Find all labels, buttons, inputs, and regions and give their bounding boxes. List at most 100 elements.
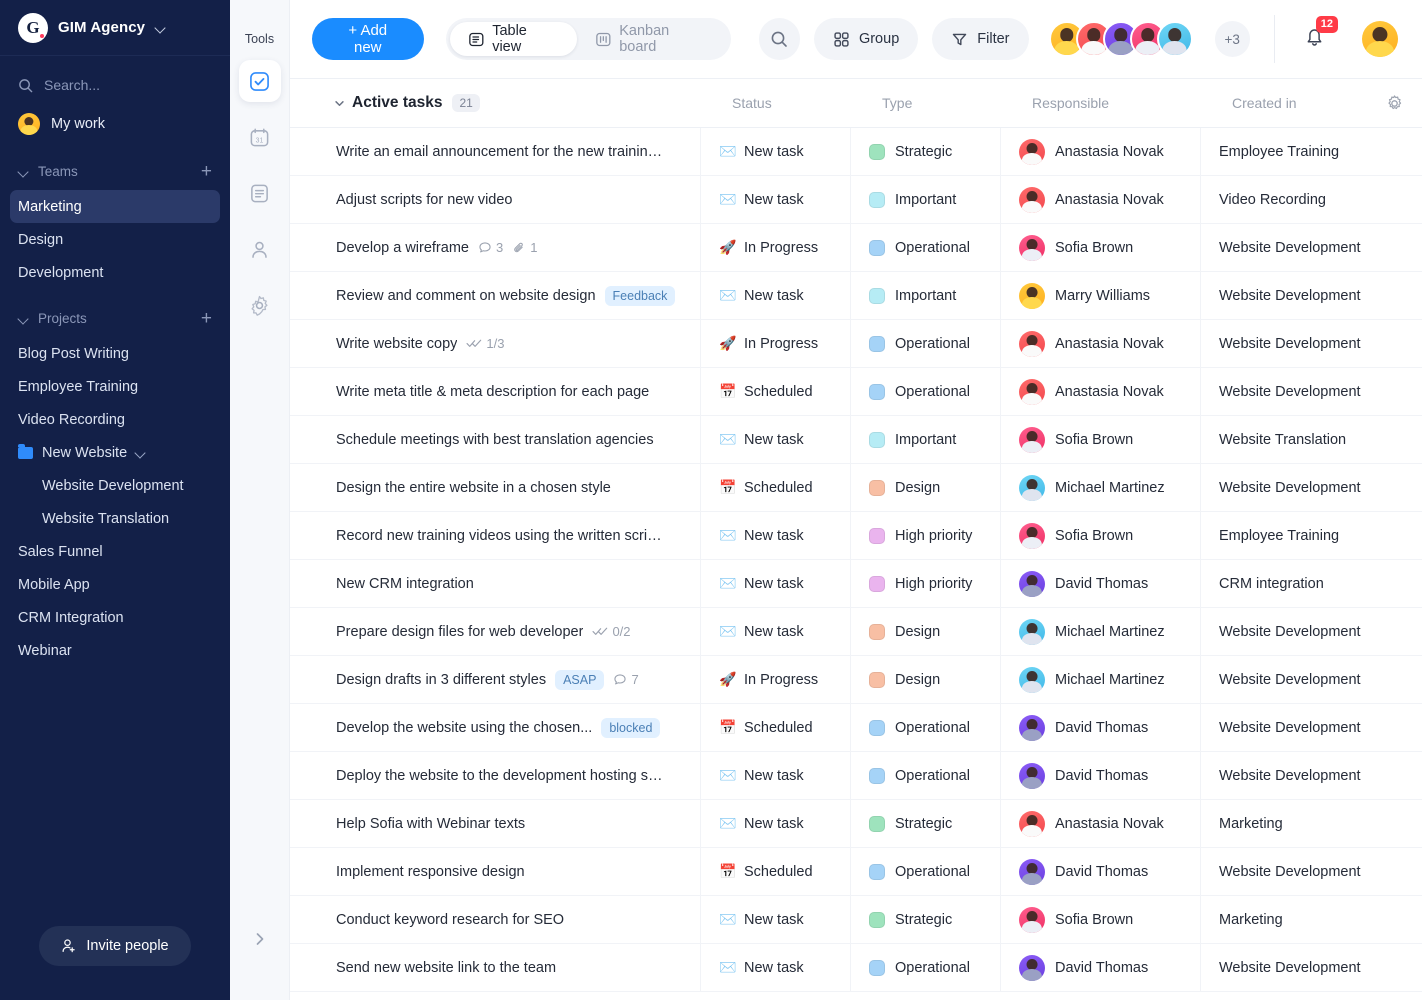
task-responsible-cell[interactable]: Sofia Brown xyxy=(1000,415,1200,464)
task-status-cell[interactable]: 🚀 In Progress xyxy=(700,655,850,704)
table-row[interactable]: Conduct keyword research for SEO ✉️ New … xyxy=(290,895,1422,944)
task-name-cell[interactable]: Design the entire website in a chosen st… xyxy=(290,480,700,496)
task-type-cell[interactable]: Design xyxy=(850,607,1000,656)
table-row[interactable]: Write an email announcement for the new … xyxy=(290,128,1422,176)
task-responsible-cell[interactable]: David Thomas xyxy=(1000,751,1200,800)
table-row[interactable]: Develop a wireframe 3 1 🚀 In Progress Ope… xyxy=(290,223,1422,272)
task-type-cell[interactable]: Operational xyxy=(850,319,1000,368)
user-avatar[interactable] xyxy=(1362,21,1398,57)
task-name-cell[interactable]: Design drafts in 3 different styles ASAP… xyxy=(290,669,700,690)
sidebar-item-video-recording[interactable]: Video Recording xyxy=(10,403,220,436)
table-row[interactable]: New CRM integration ✉️ New task High pri… xyxy=(290,559,1422,608)
table-row[interactable]: Help Sofia with Webinar texts ✉️ New tas… xyxy=(290,799,1422,848)
task-responsible-cell[interactable]: Marry Williams xyxy=(1000,271,1200,320)
task-responsible-cell[interactable]: Anastasia Novak xyxy=(1000,128,1200,176)
task-type-cell[interactable]: Design xyxy=(850,655,1000,704)
task-created-in-cell[interactable]: Website Development xyxy=(1200,367,1422,416)
task-created-in-cell[interactable]: Website Development xyxy=(1200,943,1422,992)
task-type-cell[interactable]: Operational xyxy=(850,223,1000,272)
search-button[interactable] xyxy=(758,18,800,60)
table-row[interactable]: Schedule meetings with best translation … xyxy=(290,415,1422,464)
task-responsible-cell[interactable]: David Thomas xyxy=(1000,703,1200,752)
table-row[interactable]: Send new website link to the team ✉️ New… xyxy=(290,943,1422,992)
task-status-cell[interactable]: 🚀 In Progress xyxy=(700,319,850,368)
sidebar-item-mobile-app[interactable]: Mobile App xyxy=(10,568,220,601)
table-settings-button[interactable] xyxy=(1385,94,1404,113)
task-created-in-cell[interactable]: Employee Training xyxy=(1200,128,1422,176)
task-created-in-cell[interactable]: Website Development xyxy=(1200,751,1422,800)
column-header-responsible[interactable]: Responsible xyxy=(1014,95,1214,111)
task-responsible-cell[interactable]: Sofia Brown xyxy=(1000,895,1200,944)
task-created-in-cell[interactable]: Website Development xyxy=(1200,223,1422,272)
task-type-cell[interactable]: Operational xyxy=(850,751,1000,800)
table-row[interactable]: Prepare design files for web developer 0… xyxy=(290,607,1422,656)
task-name-cell[interactable]: Prepare design files for web developer 0… xyxy=(290,624,700,640)
table-row[interactable]: Record new training videos using the wri… xyxy=(290,511,1422,560)
sidebar-item-crm-integration[interactable]: CRM Integration xyxy=(10,601,220,634)
task-type-cell[interactable]: Important xyxy=(850,175,1000,224)
task-status-cell[interactable]: ✉️ New task xyxy=(700,415,850,464)
task-created-in-cell[interactable]: Website Development xyxy=(1200,271,1422,320)
task-status-cell[interactable]: 📅 Scheduled xyxy=(700,463,850,512)
task-responsible-cell[interactable]: David Thomas xyxy=(1000,943,1200,992)
member-avatars[interactable] xyxy=(1048,21,1193,57)
task-responsible-cell[interactable]: Anastasia Novak xyxy=(1000,367,1200,416)
tool-calendar[interactable]: 31 xyxy=(239,116,281,158)
task-status-cell[interactable]: ✉️ New task xyxy=(700,799,850,848)
sidebar-item-new-website[interactable]: New Website xyxy=(10,436,220,469)
table-row[interactable]: Implement responsive design 📅 Scheduled … xyxy=(290,847,1422,896)
task-responsible-cell[interactable]: Michael Martinez xyxy=(1000,463,1200,512)
column-header-type[interactable]: Type xyxy=(864,95,1014,111)
task-status-cell[interactable]: ✉️ New task xyxy=(700,943,850,992)
sidebar-item-employee-training[interactable]: Employee Training xyxy=(10,370,220,403)
task-type-cell[interactable]: Important xyxy=(850,271,1000,320)
task-status-cell[interactable]: ✉️ New task xyxy=(700,175,850,224)
task-type-cell[interactable]: Strategic xyxy=(850,895,1000,944)
task-created-in-cell[interactable]: Website Development xyxy=(1200,319,1422,368)
table-row[interactable]: Review and comment on website design Fee… xyxy=(290,271,1422,320)
table-row[interactable]: Write meta title & meta description for … xyxy=(290,367,1422,416)
task-status-cell[interactable]: ✉️ New task xyxy=(700,128,850,176)
task-name-cell[interactable]: Develop a wireframe 3 1 xyxy=(290,240,700,256)
task-tag[interactable]: blocked xyxy=(601,717,661,738)
task-name-cell[interactable]: Adjust scripts for new video xyxy=(290,192,700,208)
task-tag[interactable]: Feedback xyxy=(604,285,676,306)
sidebar-item-blog-post-writing[interactable]: Blog Post Writing xyxy=(10,337,220,370)
task-created-in-cell[interactable]: Website Development xyxy=(1200,607,1422,656)
collapse-group-button[interactable] xyxy=(328,97,350,110)
task-name-cell[interactable]: Develop the website using the chosen... … xyxy=(290,717,700,738)
task-responsible-cell[interactable]: Sofia Brown xyxy=(1000,511,1200,560)
task-name-cell[interactable]: Record new training videos using the wri… xyxy=(290,528,700,544)
invite-people-button[interactable]: Invite people xyxy=(39,926,191,966)
task-type-cell[interactable]: Design xyxy=(850,463,1000,512)
task-responsible-cell[interactable]: David Thomas xyxy=(1000,847,1200,896)
table-row[interactable]: Design the entire website in a chosen st… xyxy=(290,463,1422,512)
teams-section-header[interactable]: Teams + xyxy=(0,152,230,190)
task-tag[interactable]: ASAP xyxy=(555,669,605,690)
task-created-in-cell[interactable]: Marketing xyxy=(1200,895,1422,944)
sidebar-item-my-work[interactable]: My work xyxy=(0,106,230,142)
task-name-cell[interactable]: New CRM integration xyxy=(290,576,700,592)
table-row[interactable]: Deploy the website to the development ho… xyxy=(290,751,1422,800)
task-type-cell[interactable]: High priority xyxy=(850,511,1000,560)
task-created-in-cell[interactable]: Website Translation xyxy=(1200,415,1422,464)
projects-section-header[interactable]: Projects + xyxy=(0,299,230,337)
task-status-cell[interactable]: 🚀 In Progress xyxy=(700,223,850,272)
task-created-in-cell[interactable]: Video Recording xyxy=(1200,175,1422,224)
task-responsible-cell[interactable]: Anastasia Novak xyxy=(1000,175,1200,224)
chevron-down-icon[interactable] xyxy=(135,447,146,458)
filter-button[interactable]: Filter xyxy=(932,18,1029,60)
task-name-cell[interactable]: Conduct keyword research for SEO xyxy=(290,912,700,928)
add-project-icon[interactable]: + xyxy=(201,309,212,328)
task-name-cell[interactable]: Review and comment on website design Fee… xyxy=(290,285,700,306)
sidebar-item-development[interactable]: Development xyxy=(10,256,220,289)
task-type-cell[interactable]: Operational xyxy=(850,943,1000,992)
task-type-cell[interactable]: Operational xyxy=(850,703,1000,752)
table-row[interactable]: Develop the website using the chosen... … xyxy=(290,703,1422,752)
task-created-in-cell[interactable]: Website Development xyxy=(1200,847,1422,896)
task-name-cell[interactable]: Write website copy 1/3 xyxy=(290,336,700,352)
task-responsible-cell[interactable]: Anastasia Novak xyxy=(1000,319,1200,368)
column-header-status[interactable]: Status xyxy=(714,95,864,111)
task-status-cell[interactable]: ✉️ New task xyxy=(700,271,850,320)
add-new-button[interactable]: + Add new xyxy=(312,18,424,60)
